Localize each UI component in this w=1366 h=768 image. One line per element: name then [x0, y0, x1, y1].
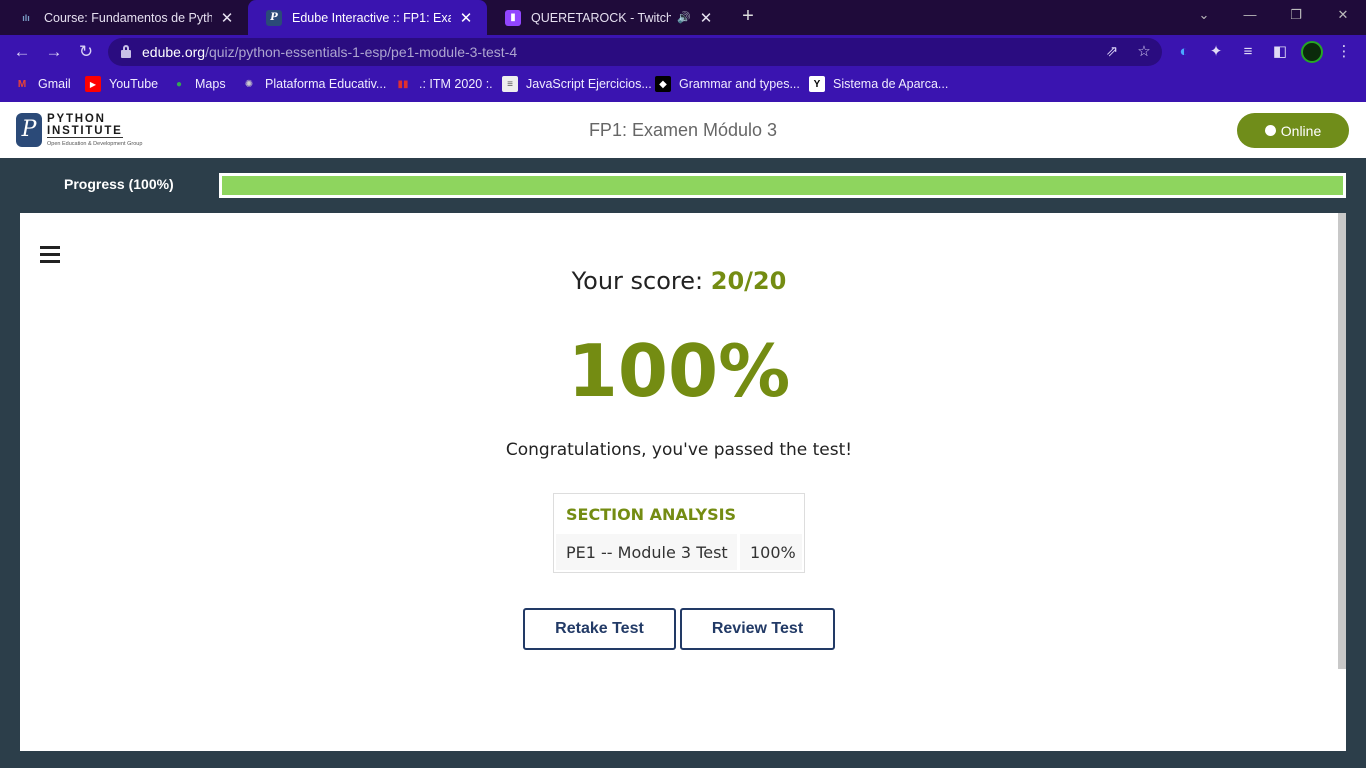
progress-bar — [219, 173, 1346, 198]
bookmark-javascript[interactable]: ≡ JavaScript Ejercicios... — [502, 69, 652, 99]
score-label: Your score: — [571, 267, 704, 295]
section-score: 100% — [740, 534, 802, 570]
bookmark-label: Grammar and types... — [679, 77, 800, 91]
reload-icon[interactable]: ↻ — [74, 40, 98, 64]
media-control-icon[interactable]: ≡ — [1238, 42, 1258, 62]
forward-icon[interactable]: → — [42, 40, 66, 64]
close-icon[interactable]: ✕ — [457, 9, 475, 27]
online-status-button[interactable]: Online — [1237, 113, 1349, 148]
section-analysis-title: SECTION ANALYSIS — [566, 505, 737, 524]
lock-icon — [121, 45, 131, 58]
twitch-icon: ▮ — [505, 9, 521, 26]
bookmark-label: .: ITM 2020 :. — [419, 77, 493, 91]
back-icon[interactable]: ← — [10, 40, 34, 64]
status-label: Online — [1280, 122, 1322, 139]
tab-title: QUERETAROCK - Twitch — [531, 10, 672, 25]
table-row: PE1 -- Module 3 Test 100% — [556, 534, 802, 570]
extension-icon[interactable]: ◐ — [1174, 42, 1194, 62]
scrollbar[interactable] — [1338, 213, 1346, 669]
tab-search-icon[interactable]: ⌄ — [1181, 0, 1227, 32]
plataforma-icon: ✺ — [244, 78, 254, 90]
tab-twitch[interactable]: ▮ QUERETAROCK - Twitch 🔊 ✕ — [487, 0, 727, 35]
score-line: Your score: 20/20 — [20, 267, 1338, 295]
share-icon[interactable]: ⇗ — [1102, 42, 1122, 62]
python-institute-icon: P — [266, 9, 282, 26]
youtube-icon: ▶ — [85, 76, 101, 92]
maps-pin-icon: ● — [175, 78, 183, 90]
address-bar[interactable]: edube.org/quiz/python-essentials-1-esp/p… — [108, 38, 1162, 66]
browser-tab-strip: ılı Course: Fundamentos de Python ✕ P Ed… — [0, 0, 1366, 35]
bookmark-label: Sistema de Aparca... — [833, 77, 949, 91]
bookmarks-bar: M Gmail ▶ YouTube ● Maps ✺ Plataforma Ed… — [0, 69, 1366, 102]
bookmark-grammar[interactable]: ◆ Grammar and types... — [655, 69, 800, 99]
score-percent: 100% — [567, 329, 791, 413]
site-header: P PYTHON INSTITUTE Open Education & Deve… — [0, 102, 1366, 158]
speaker-icon[interactable]: 🔊 — [677, 11, 691, 24]
score-value: 20/20 — [710, 267, 787, 295]
progress-fill — [222, 176, 1343, 195]
browser-toolbar: ← → ↻ edube.org/quiz/python-essentials-1… — [0, 35, 1366, 69]
progress-label: Progress (100%) — [64, 176, 174, 192]
profile-avatar[interactable] — [1301, 41, 1323, 63]
cisco-icon: ılı — [22, 12, 30, 23]
bookmark-label: YouTube — [109, 77, 159, 91]
bookmark-label: Gmail — [38, 77, 71, 91]
bookmark-label: Plataforma Educativ... — [265, 77, 387, 91]
itm-icon: ▮▮ — [397, 78, 409, 90]
mdn-icon: ◆ — [655, 76, 671, 92]
close-icon[interactable]: ✕ — [218, 9, 236, 27]
section-name: PE1 -- Module 3 Test — [556, 534, 737, 570]
document-icon: ≡ — [502, 76, 518, 92]
menu-kebab-icon[interactable]: ⋮ — [1334, 42, 1354, 62]
hamburger-menu-icon[interactable] — [40, 246, 60, 263]
tab-course[interactable]: ılı Course: Fundamentos de Python ✕ — [0, 0, 248, 35]
new-tab-icon[interactable]: + — [736, 5, 760, 29]
page-footer-strip — [0, 751, 1366, 768]
logo-subtitle: Open Education & Development Group — [47, 141, 143, 147]
restore-icon[interactable]: ❐ — [1273, 0, 1319, 32]
url-text[interactable]: edube.org/quiz/python-essentials-1-esp/p… — [142, 44, 517, 60]
review-test-button[interactable]: Review Test — [680, 608, 835, 650]
bookmark-youtube[interactable]: ▶ YouTube — [85, 69, 158, 99]
status-dot-icon — [1264, 125, 1276, 136]
bookmark-gmail[interactable]: M Gmail — [14, 69, 71, 99]
close-icon[interactable]: ✕ — [697, 9, 715, 27]
bookmark-sistema[interactable]: Y Sistema de Aparca... — [809, 69, 948, 99]
bookmark-maps[interactable]: ● Maps — [171, 69, 226, 99]
section-analysis-table: SECTION ANALYSIS PE1 -- Module 3 Test 10… — [553, 493, 805, 573]
bookmark-label: Maps — [195, 77, 226, 91]
window-close-icon[interactable]: ✕ — [1320, 0, 1366, 32]
page-title: FP1: Examen Módulo 3 — [588, 120, 778, 140]
result-panel: Your score: 20/20 100% Congratulations, … — [20, 213, 1346, 751]
side-panel-icon[interactable]: ◧ — [1270, 42, 1290, 62]
tab-title: Edube Interactive :: FP1: Examen Módulo … — [292, 10, 451, 25]
bookmark-itm[interactable]: ▮▮ .: ITM 2020 :. — [395, 69, 493, 99]
y-icon: Y — [809, 76, 825, 92]
bookmark-star-icon[interactable]: ☆ — [1134, 42, 1154, 62]
retake-test-button[interactable]: Retake Test — [523, 608, 676, 650]
pass-message: Congratulations, you've passed the test! — [505, 440, 853, 460]
tab-title: Course: Fundamentos de Python — [44, 10, 212, 25]
progress-section: Progress (100%) — [0, 158, 1366, 212]
extensions-puzzle-icon[interactable]: ✦ — [1206, 42, 1226, 62]
bookmark-plataforma[interactable]: ✺ Plataforma Educativ... — [241, 69, 387, 99]
gmail-icon: M — [17, 78, 27, 90]
tab-edube[interactable]: P Edube Interactive :: FP1: Examen Módul… — [248, 0, 487, 35]
minimize-icon[interactable]: — — [1227, 0, 1273, 32]
bookmark-label: JavaScript Ejercicios... — [526, 77, 652, 91]
